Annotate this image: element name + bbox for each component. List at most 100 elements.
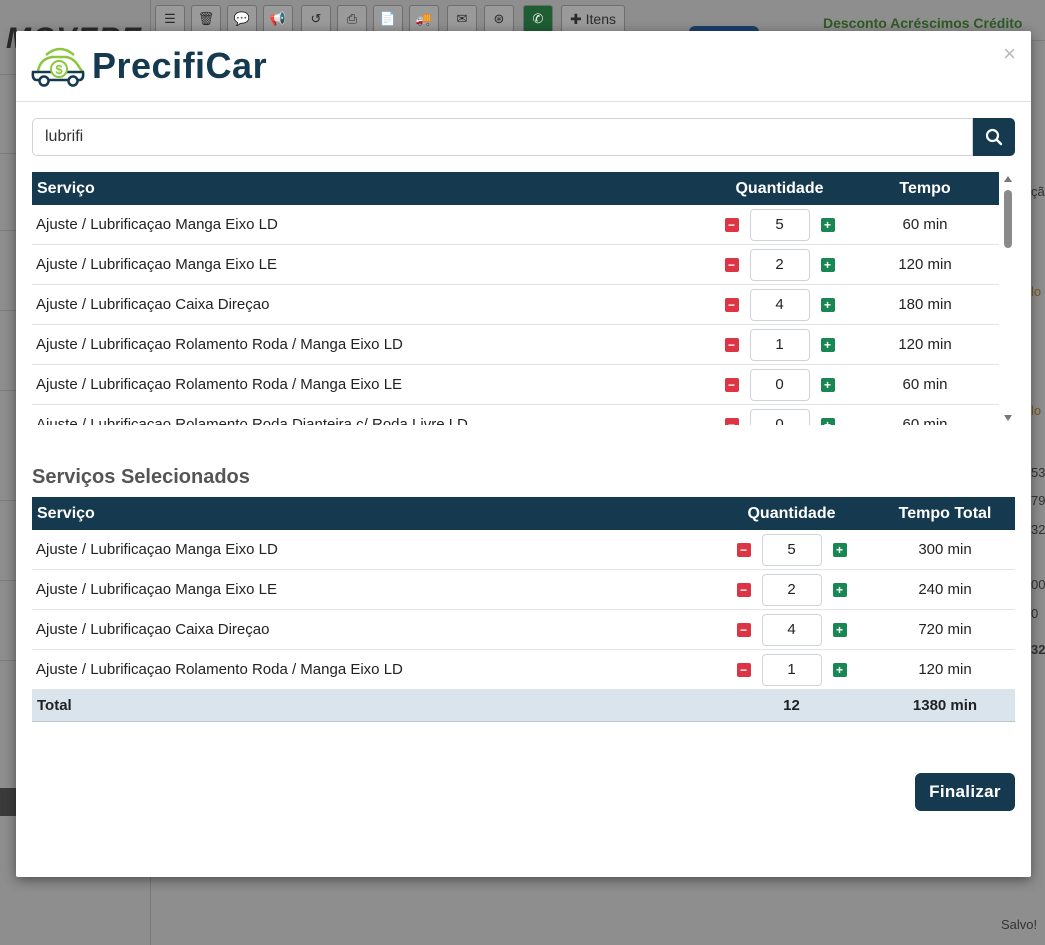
increment-button[interactable]: + [832,662,847,677]
quantity-input[interactable]: 1 [749,328,810,361]
truck-icon[interactable]: 🚚 [409,5,439,33]
finalize-button[interactable]: Finalizar [915,773,1015,811]
increment-button[interactable]: + [820,377,835,392]
decrement-button[interactable]: − [736,662,751,677]
decrement-button[interactable]: − [724,257,739,272]
col-header-service: Serviço [32,497,708,530]
results-table: Serviço Quantidade Tempo Ajuste / Lubrif… [32,172,999,425]
bg-edge-text: lo [1031,284,1042,299]
decrement-button[interactable]: − [724,217,739,232]
increment-button[interactable]: + [832,622,847,637]
results-header-row: Serviço Quantidade Tempo [32,172,999,205]
list-icon[interactable]: ☰ [155,5,185,33]
decrement-button[interactable]: − [736,622,751,637]
svg-text:$: $ [55,62,63,77]
scrollbar-thumb[interactable] [1004,190,1012,248]
decrement-button[interactable]: − [736,582,751,597]
whatsapp-icon[interactable]: ✆ [523,5,553,33]
col-header-time: Tempo [851,172,999,205]
megaphone-icon[interactable]: 📢 [263,5,293,33]
decrement-button[interactable]: − [724,337,739,352]
table-row: Ajuste / Lubrificaçao Caixa Direçao −4 +72… [32,609,1015,650]
results-scrollbar[interactable] [1002,172,1014,425]
quantity-input[interactable]: 5 [749,208,810,241]
quantity-stepper: −1 + [708,328,851,361]
decrement-button[interactable]: − [724,297,739,312]
service-name: Ajuste / Lubrificaçao Caixa Direçao [32,284,708,325]
quantity-cell: −4 + [708,609,875,650]
quantity-input[interactable]: 4 [761,613,822,646]
service-name: Ajuste / Lubrificaçao Rolamento Roda / M… [32,649,708,690]
bg-top-links: Desconto Acréscimos Crédito [823,15,1023,31]
close-button[interactable]: × [1003,43,1016,65]
saved-status: Salvo! [1001,917,1038,932]
increment-button[interactable]: + [820,297,835,312]
scroll-up-arrow-icon[interactable] [1004,176,1012,182]
time-cell: 120 min [851,324,999,365]
total-quantity: 12 [708,689,875,722]
quantity-input[interactable]: 2 [749,248,810,281]
quantity-cell: −1 + [708,324,851,365]
selected-table: Serviço Quantidade Tempo Total Ajuste / … [32,497,1015,722]
steering-wheel-icon[interactable]: ⊛ [484,5,514,33]
scroll-down-arrow-icon[interactable] [1004,415,1012,421]
search-bar [32,118,1015,156]
table-row: Ajuste / Lubrificaçao Rolamento Roda Dia… [32,404,999,425]
quantity-stepper: −4 + [708,288,851,321]
print-icon[interactable]: ⎙ [337,5,367,33]
comment-icon[interactable]: 💬 [227,5,257,33]
decrement-button[interactable]: − [724,377,739,392]
history-icon[interactable]: ↺ [301,5,331,33]
increment-button[interactable]: + [820,337,835,352]
col-header-service: Serviço [32,172,708,205]
bg-edge-text: 32 [1031,522,1045,537]
envelope-icon[interactable]: ✉ [447,5,477,33]
quantity-stepper: −5 + [708,208,851,241]
quantity-cell: −4 + [708,284,851,325]
total-time: 1380 min [875,689,1015,722]
increment-button[interactable]: + [820,417,835,425]
pdf-icon[interactable]: 📄 [373,5,403,33]
time-cell: 180 min [851,284,999,325]
quantity-stepper: −5 + [708,533,875,566]
add-items-button[interactable]: ✚ Itens [561,5,625,33]
quantity-cell: −1 + [708,649,875,690]
time-cell: 720 min [875,609,1015,650]
search-button[interactable] [973,118,1015,156]
quantity-input[interactable]: 5 [761,533,822,566]
increment-button[interactable]: + [832,542,847,557]
bg-edge-text: 32 [1031,642,1045,657]
quantity-input[interactable]: 0 [749,368,810,401]
table-row: Ajuste / Lubrificaçao Manga Eixo LD −5 +30… [32,530,1015,570]
time-cell: 300 min [875,530,1015,570]
selected-header-row: Serviço Quantidade Tempo Total [32,497,1015,530]
bg-side-tab [0,788,16,816]
plus-icon: ✚ [570,10,586,27]
increment-button[interactable]: + [832,582,847,597]
table-row: Ajuste / Lubrificaçao Rolamento Roda / M… [32,649,1015,690]
decrement-button[interactable]: − [736,542,751,557]
table-row: Ajuste / Lubrificaçao Rolamento Roda / M… [32,364,999,405]
time-cell: 120 min [851,244,999,285]
quantity-cell: −0 + [708,364,851,405]
col-header-quantity: Quantidade [708,172,851,205]
trash-icon[interactable]: 🗑 [191,5,221,33]
quantity-input[interactable]: 4 [749,288,810,321]
results-table-container[interactable]: Serviço Quantidade Tempo Ajuste / Lubrif… [32,172,999,425]
increment-button[interactable]: + [820,257,835,272]
time-cell: 120 min [875,649,1015,690]
selected-table-container: Serviço Quantidade Tempo Total Ajuste / … [32,497,1015,722]
service-name: Ajuste / Lubrificaçao Manga Eixo LD [32,205,708,245]
quantity-input[interactable]: 0 [749,408,810,425]
search-input[interactable] [32,118,973,156]
quantity-input[interactable]: 1 [761,653,822,686]
quantity-stepper: − 0 + [708,408,851,425]
table-row: Ajuste / Lubrificaçao Caixa Direçao −4 +18… [32,284,999,325]
decrement-button[interactable]: − [724,417,739,425]
service-name: Ajuste / Lubrificaçao Manga Eixo LE [32,569,708,610]
quantity-cell: −2 + [708,569,875,610]
service-name: Ajuste / Lubrificaçao Rolamento Roda / M… [32,364,708,405]
quantity-input[interactable]: 2 [761,573,822,606]
precificar-modal: $ PrecifiCar × Serviço Quantidade Tempo [16,31,1031,877]
increment-button[interactable]: + [820,217,835,232]
